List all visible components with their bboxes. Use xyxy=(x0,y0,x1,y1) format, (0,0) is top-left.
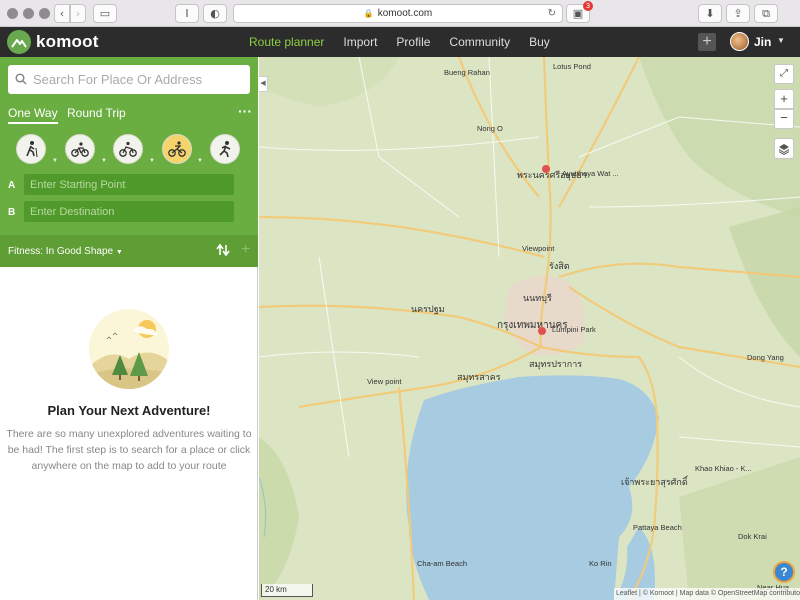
running-icon xyxy=(219,141,231,158)
zoom-out-button[interactable]: − xyxy=(774,109,794,129)
place-label[interactable]: สมุทรปราการ xyxy=(529,357,582,371)
tab-round-trip[interactable]: Round Trip xyxy=(67,106,126,120)
address-bar[interactable]: 🔒 komoot.com ↻ xyxy=(233,4,563,23)
main-nav: Route planner Import Profile Community B… xyxy=(249,35,569,49)
reader-icon[interactable]: I xyxy=(175,4,199,23)
fitness-dropdown[interactable]: Fitness: In Good Shape ▼ xyxy=(8,246,123,257)
sport-road-cycling-button[interactable] xyxy=(162,134,192,164)
location-pin-icon[interactable] xyxy=(542,165,550,173)
tabs-overview-icon[interactable]: ⧉ xyxy=(754,4,778,23)
place-label[interactable]: Dok Krai xyxy=(738,532,767,541)
place-label[interactable]: Cha-am Beach xyxy=(417,559,467,568)
chevron-down-icon: ▼ xyxy=(197,158,203,164)
password-extension-icon[interactable]: ▣ 3 xyxy=(566,1,593,23)
search-input[interactable] xyxy=(33,65,243,94)
more-options-icon[interactable]: ··· xyxy=(238,103,252,119)
user-name[interactable]: Jin xyxy=(754,35,771,49)
create-plus-button[interactable]: + xyxy=(698,33,716,51)
nav-route-planner[interactable]: Route planner xyxy=(249,35,324,49)
adventure-illustration xyxy=(89,309,169,389)
swap-icon[interactable] xyxy=(216,243,230,257)
location-pin-icon[interactable] xyxy=(538,327,546,335)
map-labels: Lotus Pond Bueng Rahan Nong O พระนครศรีอ… xyxy=(259,57,800,600)
add-waypoint-icon[interactable]: + xyxy=(241,241,250,259)
place-label[interactable]: สมุทรสาคร xyxy=(457,370,501,384)
fullscreen-icon[interactable]: ⤢ xyxy=(774,64,794,84)
collapse-sidebar-button[interactable]: ◀ xyxy=(259,76,268,92)
place-label[interactable]: Lumpini Park xyxy=(552,325,596,334)
map-view[interactable]: Lotus Pond Bueng Rahan Nong O พระนครศรีอ… xyxy=(259,57,800,600)
place-label[interactable]: เจ้าพระยาสุรศักดิ์ xyxy=(621,475,688,489)
downloads-icon[interactable]: ⬇ xyxy=(698,4,722,23)
start-point-label: A xyxy=(8,180,16,191)
map-scale: 20 km xyxy=(261,584,313,597)
lock-icon: 🔒 xyxy=(363,9,374,18)
hiking-icon xyxy=(26,141,38,158)
nav-import[interactable]: Import xyxy=(343,35,377,49)
share-icon[interactable]: ⇪ xyxy=(726,4,750,23)
app-header: komoot Route planner Import Profile Comm… xyxy=(0,27,800,57)
zoom-window-button[interactable] xyxy=(39,8,50,19)
place-label[interactable]: Pattaya Beach xyxy=(633,523,682,532)
place-label[interactable]: Ko Rin xyxy=(589,559,612,568)
mountain-bike-icon xyxy=(119,141,137,157)
road-cycling-icon xyxy=(168,141,186,157)
notification-badge: 3 xyxy=(583,1,593,11)
komoot-logo-icon[interactable] xyxy=(7,30,31,54)
fitness-bar: Fitness: In Good Shape ▼ + xyxy=(0,235,258,267)
place-label[interactable]: นนทบุรี xyxy=(523,291,552,305)
tab-one-way[interactable]: One Way xyxy=(8,106,58,124)
help-button[interactable]: ? xyxy=(773,561,795,583)
start-point-input[interactable] xyxy=(24,174,234,195)
destination-field[interactable] xyxy=(24,201,234,222)
url-text: komoot.com xyxy=(377,8,433,19)
search-icon xyxy=(15,73,27,85)
place-label[interactable]: Dong Yang xyxy=(747,353,784,362)
place-label[interactable]: Lotus Pond xyxy=(553,62,591,71)
back-button[interactable]: ‹ xyxy=(54,4,70,23)
nav-community[interactable]: Community xyxy=(449,35,510,49)
nav-profile[interactable]: Profile xyxy=(396,35,430,49)
place-label[interactable]: Viewpoint xyxy=(522,244,554,253)
destination-input[interactable] xyxy=(24,201,234,222)
place-label[interactable]: นครปฐม xyxy=(411,302,445,316)
map-attribution[interactable]: Leaflet | © Komoot | Map data © OpenStre… xyxy=(614,588,800,600)
place-label[interactable]: Khao Khiao - K... xyxy=(695,464,752,473)
search-box[interactable] xyxy=(8,65,250,94)
place-label[interactable]: Bueng Rahan xyxy=(444,68,490,77)
zoom-in-button[interactable]: + xyxy=(774,89,794,109)
layers-icon[interactable] xyxy=(774,138,794,159)
forward-button[interactable]: › xyxy=(70,4,86,23)
logo-text[interactable]: komoot xyxy=(36,32,99,52)
sport-bike-touring-button[interactable] xyxy=(65,134,95,164)
avatar[interactable] xyxy=(730,32,749,51)
chevron-down-icon[interactable]: ▼ xyxy=(777,36,785,45)
bike-touring-icon xyxy=(71,142,89,157)
sport-mountain-bike-button[interactable] xyxy=(113,134,143,164)
chevron-down-icon: ▼ xyxy=(101,158,107,164)
chevron-down-icon: ▼ xyxy=(149,158,155,164)
place-label[interactable]: รังสิต xyxy=(549,259,570,273)
chevron-down-icon: ▼ xyxy=(52,158,58,164)
sport-running-button[interactable] xyxy=(210,134,240,164)
minimize-window-button[interactable] xyxy=(23,8,34,19)
close-window-button[interactable] xyxy=(7,8,18,19)
destination-label: B xyxy=(8,207,16,218)
sport-hiking-button[interactable] xyxy=(16,134,46,164)
browser-toolbar: ‹ › ▭ I ◐ 🔒 komoot.com ↻ ▣3 ⬇ ⇪ ⧉ + xyxy=(0,0,800,41)
adventure-title: Plan Your Next Adventure! xyxy=(47,403,211,418)
route-planner-sidebar: One Way Round Trip ··· ▼ ▼ ▼ ▼ A B xyxy=(0,57,258,600)
extension-icon[interactable]: ◐ xyxy=(203,4,227,23)
start-point-field[interactable] xyxy=(24,174,234,195)
nav-buy[interactable]: Buy xyxy=(529,35,550,49)
place-label[interactable]: Nong O xyxy=(477,124,503,133)
fitness-label: Fitness: In Good Shape xyxy=(8,246,114,257)
place-label[interactable]: View point xyxy=(367,377,401,386)
sidebar-toggle-icon[interactable]: ▭ xyxy=(93,4,117,23)
chevron-down-icon: ▼ xyxy=(115,249,123,256)
reload-icon[interactable]: ↻ xyxy=(548,8,556,19)
place-label[interactable]: Ayutthaya Wat ... xyxy=(562,169,619,178)
planner-panel: One Way Round Trip ··· ▼ ▼ ▼ ▼ A B xyxy=(0,57,258,267)
adventure-text: There are so many unexplored adventures … xyxy=(6,428,252,472)
